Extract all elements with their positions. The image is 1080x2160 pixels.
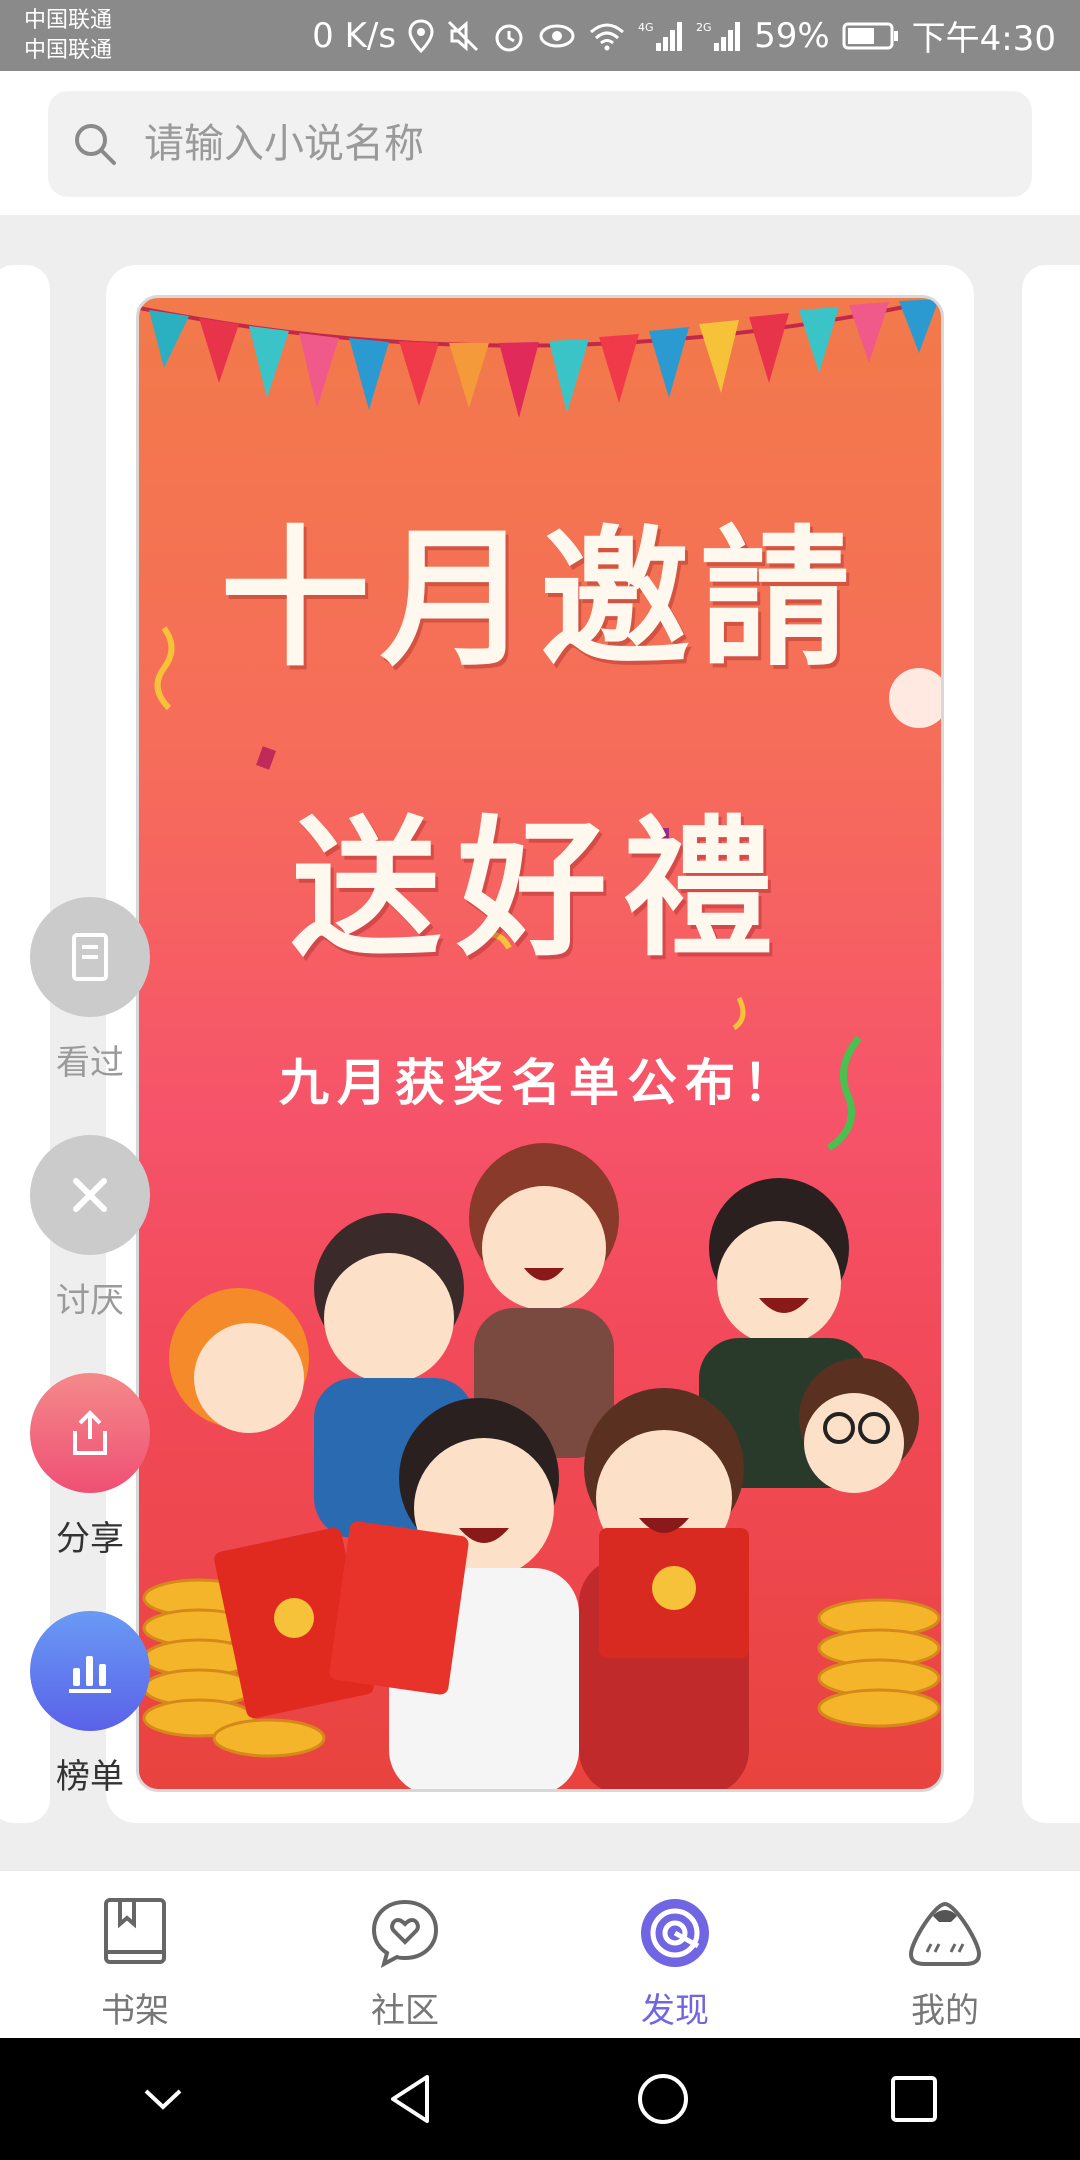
search-bar-container: [0, 71, 1080, 215]
bar-chart-icon[interactable]: [30, 1611, 150, 1731]
promo-banner[interactable]: 十月邀請 送好禮 九月获奖名单公布！: [136, 295, 944, 1792]
eye-icon: [539, 24, 575, 47]
tab-community-label: 社区: [371, 1991, 439, 2031]
search-input[interactable]: [142, 120, 942, 168]
share-icon[interactable]: [30, 1373, 150, 1493]
share-action[interactable]: 分享: [30, 1373, 150, 1560]
battery-icon: [842, 22, 898, 49]
tab-mine-label: 我的: [911, 1991, 979, 2031]
bookshelf-icon: [100, 1893, 170, 1973]
carrier-info: 中国联通 中国联通: [24, 6, 112, 66]
collapse-icon[interactable]: [138, 2079, 188, 2119]
banner-subtitle: 九月获奖名单公布！: [279, 1054, 801, 1112]
recents-icon[interactable]: [886, 2071, 942, 2127]
home-icon[interactable]: [635, 2071, 691, 2127]
svg-text:2G: 2G: [696, 21, 712, 34]
net-speed: 0 K/s: [312, 15, 397, 56]
bottom-nav: 书架 社区 发现 我的: [0, 1870, 1080, 2038]
alarm-icon: [495, 24, 523, 51]
profile-onigiri-icon: [905, 1893, 985, 1973]
dislike-action[interactable]: 讨厌: [30, 1135, 150, 1322]
battery-percent: 59%: [754, 15, 830, 56]
share-label: 分享: [56, 1519, 124, 1559]
tab-mine[interactable]: 我的: [810, 1871, 1080, 2038]
search-icon: [75, 124, 116, 165]
signal-2g-icon: 2G: [696, 21, 741, 51]
mute-icon: [448, 20, 479, 51]
tab-community[interactable]: 社区: [270, 1871, 540, 2038]
tab-discover[interactable]: 发现: [540, 1871, 810, 2038]
book-card[interactable]: 十月邀請 送好禮 九月获奖名单公布！: [106, 265, 974, 1823]
tab-discover-label: 发现: [641, 1991, 709, 2031]
dislike-label: 讨厌: [56, 1281, 124, 1321]
signal-4g-icon: 4G: [638, 21, 683, 51]
carrier-1: 中国联通: [24, 8, 113, 33]
carrier-2: 中国联通: [24, 38, 113, 63]
discover-icon: [638, 1893, 712, 1973]
status-indicators: 0 K/s 4G 2G 59% 下午4:30: [312, 0, 1056, 71]
tab-bookshelf-label: 书架: [101, 1991, 169, 2031]
recommendation-carousel[interactable]: 十月邀請 送好禮 九月获奖名单公布！: [0, 215, 1080, 1870]
banner-title-line2: 送好禮: [290, 801, 789, 977]
svg-text:4G: 4G: [638, 21, 654, 34]
next-card[interactable]: [1022, 265, 1080, 1823]
status-bar: 中国联通 中国联通 0 K/s 4G 2G 59% 下午4:30: [0, 0, 1080, 71]
community-heart-icon: [368, 1893, 442, 1973]
location-icon: [408, 18, 434, 53]
search-box[interactable]: [48, 91, 1032, 197]
ranking-action[interactable]: 榜单: [30, 1611, 150, 1798]
ranking-label: 榜单: [56, 1757, 124, 1797]
bookmark-page-icon[interactable]: [30, 897, 150, 1017]
system-nav-bar: [0, 2038, 1080, 2160]
seen-label: 看过: [56, 1043, 124, 1083]
tab-bookshelf[interactable]: 书架: [0, 1871, 270, 2038]
wifi-icon: [590, 23, 625, 50]
back-icon[interactable]: [383, 2071, 439, 2127]
close-icon[interactable]: [30, 1135, 150, 1255]
seen-action[interactable]: 看过: [30, 897, 150, 1084]
clock: 下午4:30: [911, 19, 1056, 59]
banner-title-line1: 十月邀請: [219, 511, 860, 687]
